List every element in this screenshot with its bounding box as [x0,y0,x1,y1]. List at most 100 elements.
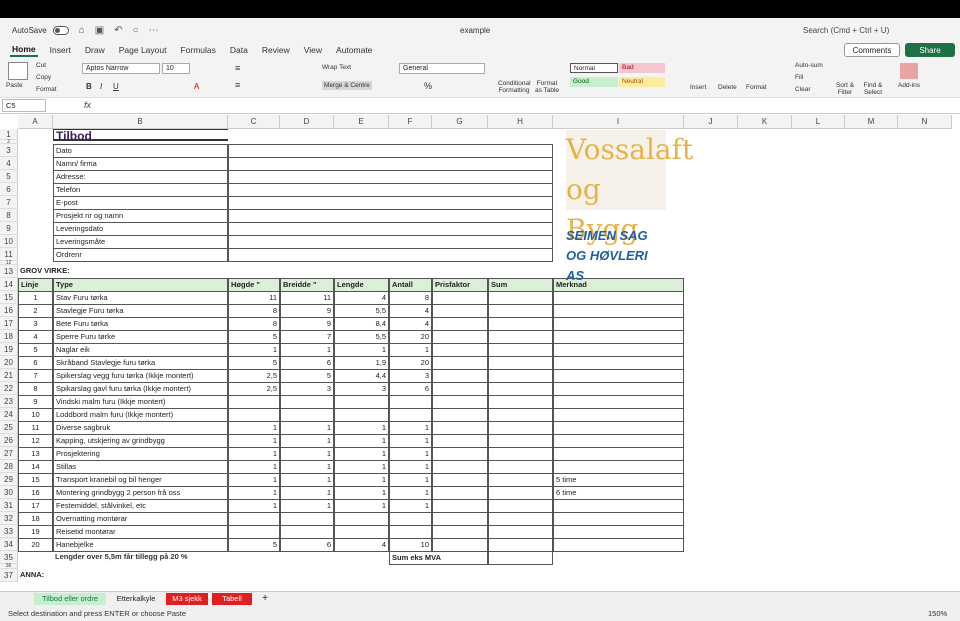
name-box[interactable]: C5 [2,99,46,112]
cell[interactable] [488,369,553,383]
row-header[interactable]: 18 [0,330,18,343]
cell[interactable] [432,460,488,474]
cell[interactable]: Sum eks MVA [389,551,488,565]
column-header[interactable]: N [898,115,952,129]
cell[interactable] [432,525,488,539]
font-size-select[interactable]: 10 [162,63,190,74]
fill-button[interactable]: Fill [795,74,803,81]
cell[interactable] [488,395,553,409]
cell[interactable]: Prosjektering [53,447,228,461]
cell[interactable]: Festemiddel, stålvinkel, etc [53,499,228,513]
tab-automate[interactable]: Automate [334,44,374,56]
cell[interactable]: 6 [280,356,334,370]
cell[interactable] [488,304,553,318]
cell[interactable]: 1 [228,434,280,448]
cell[interactable]: 1 [389,434,432,448]
cell[interactable]: Bete Furu tørka [53,317,228,331]
font-color-icon[interactable]: A [194,82,199,91]
cell[interactable]: 8,4 [334,317,389,331]
cell[interactable]: 4 [389,304,432,318]
cell[interactable] [488,330,553,344]
row-header[interactable]: 8 [0,209,18,222]
paste-icon[interactable] [8,62,28,80]
tab-insert[interactable]: Insert [48,44,73,56]
cell[interactable] [228,170,553,184]
share-button[interactable]: Share [905,43,955,57]
row-header[interactable]: 31 [0,499,18,512]
cell[interactable] [228,196,553,210]
cell[interactable] [432,356,488,370]
cell[interactable]: Adresse: [53,170,228,184]
cell[interactable]: GROV VIRKE: [18,265,138,279]
cell[interactable]: Prisfaktor [432,278,488,292]
cell[interactable] [228,157,553,171]
cell[interactable]: 1 [389,499,432,513]
cell[interactable]: 10 [389,538,432,552]
cell[interactable]: 5 [280,369,334,383]
style-bad[interactable]: Bad [619,63,665,73]
cell[interactable]: 1 [334,434,389,448]
row-header[interactable]: 19 [0,343,18,356]
cell[interactable]: 1 [228,421,280,435]
cell[interactable]: 1 [389,343,432,357]
cell[interactable]: 5,5 [334,330,389,344]
cell[interactable]: 7 [280,330,334,344]
cell[interactable] [228,408,280,422]
row-header[interactable]: 7 [0,196,18,209]
cell[interactable] [432,382,488,396]
row-header[interactable]: 16 [0,304,18,317]
column-header[interactable]: L [792,115,845,129]
cell[interactable]: 11 [280,291,334,305]
row-header[interactable]: 37 [0,569,18,582]
cell[interactable] [228,235,553,249]
cell[interactable] [280,395,334,409]
row-header[interactable]: 30 [0,486,18,499]
style-good[interactable]: Good [570,77,618,87]
row-header[interactable]: 20 [0,356,18,369]
row-header[interactable]: 34 [0,538,18,551]
cell[interactable]: Namn/ firma [53,157,228,171]
cell[interactable]: 4,4 [334,369,389,383]
addins-icon[interactable] [900,63,918,79]
cell[interactable] [389,525,432,539]
add-sheet-button[interactable]: + [258,593,272,605]
cell[interactable] [389,512,432,526]
cell[interactable]: Spikerslag vegg furu tørka (Ikkje monter… [53,369,228,383]
cell[interactable] [488,317,553,331]
find-select-button[interactable]: Find & Select [862,82,884,96]
cell[interactable]: 1 [334,460,389,474]
row-header[interactable]: 14 [0,278,18,291]
cell[interactable]: Lengde [334,278,389,292]
cell[interactable]: 1 [334,473,389,487]
cell[interactable] [432,538,488,552]
cell[interactable] [280,408,334,422]
cell[interactable] [553,356,684,370]
cell[interactable] [553,408,684,422]
cell[interactable] [432,486,488,500]
cell[interactable]: 1 [389,447,432,461]
cell[interactable] [280,525,334,539]
cell[interactable]: 4 [389,317,432,331]
cell[interactable]: 1 [228,447,280,461]
sheet-tab-tilbod[interactable]: Tilbod eller ordre [34,593,106,605]
cell[interactable]: Antall [389,278,432,292]
cell[interactable]: Diverse sagbruk [53,421,228,435]
cell[interactable] [488,291,553,305]
cell[interactable]: 12 [18,434,53,448]
column-header[interactable]: K [738,115,792,129]
conditional-formatting-button[interactable]: Conditional Formatting [498,80,531,94]
cell[interactable]: 9 [18,395,53,409]
cell[interactable] [334,408,389,422]
row-header[interactable]: 27 [0,447,18,460]
cell[interactable] [488,473,553,487]
cell[interactable] [488,499,553,513]
cell[interactable]: 5 [18,343,53,357]
cell[interactable]: 1 [334,447,389,461]
row-header[interactable]: 21 [0,369,18,382]
cell[interactable]: 1 [334,421,389,435]
more-icon[interactable]: ⋯ [149,25,159,36]
cell[interactable] [334,395,389,409]
cell[interactable] [432,447,488,461]
home-icon[interactable]: ⌂ [79,25,85,36]
cell[interactable] [432,343,488,357]
